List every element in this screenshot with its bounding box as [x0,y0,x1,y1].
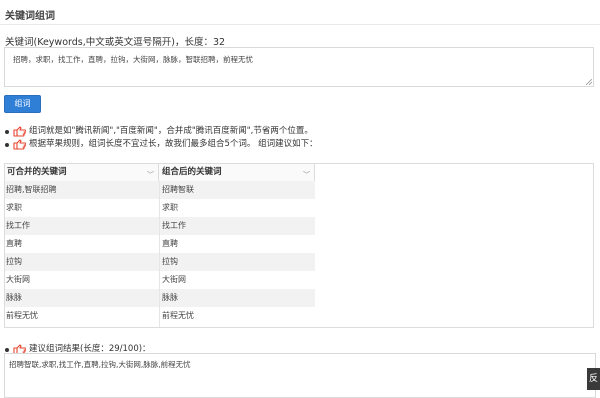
column-header-label: 可合并的关键词 [7,167,67,177]
combined-keyword-cell: 前程无忧 [162,311,194,320]
page-title: 关键词组词 [5,11,55,22]
keywords-value[interactable]: 招聘，求职，找工作，直聘，拉钩，大街网，脉脉，智联招聘，前程无忧 [13,54,253,65]
combine-suggestion-table: 可合并的关键词 ﹀ 组合后的关键词 ﹀ 招聘,智联招聘 招聘智联 求职 求职 找工作 找工… [4,163,594,328]
column-header-combined[interactable]: 组合后的关键词 ﹀ [160,164,315,181]
mergeable-keyword-cell: 求职 [6,203,22,212]
table-row: 招聘,智联招聘 招聘智联 [5,181,315,199]
column-header-label: 组合后的关键词 [162,167,222,177]
mergeable-keyword-cell: 直聘 [6,239,22,248]
result-textarea[interactable]: 招聘智联,求职,找工作,直聘,拉钩,大街网,脉脉,前程无忧 [4,353,596,398]
pointing-hand-icon [13,126,26,137]
result-section: 建议组词结果(长度：29/100)： 招聘智联,求职,找工作,直聘,拉钩,大街网… [4,343,596,398]
bullet-icon [5,130,9,134]
table-row: 求职 求职 [5,199,315,217]
result-value[interactable]: 招聘智联,求职,找工作,直聘,拉钩,大街网,脉脉,前程无忧 [9,359,191,370]
table-row: 前程无忧 前程无忧 [5,307,315,325]
table-header: 可合并的关键词 ﹀ 组合后的关键词 ﹀ [5,164,315,182]
tips-list: 组词就是如"腾讯新闻","百度新闻"，合并成"腾讯百度新闻",节省两个位置。 根… [4,125,594,151]
keywords-textarea[interactable]: 招聘，求职，找工作，直聘，拉钩，大街网，脉脉，智联招聘，前程无忧 [4,47,594,87]
column-header-mergeable[interactable]: 可合并的关键词 ﹀ [5,164,159,181]
table-row: 直聘 直聘 [5,235,315,253]
page-header: 关键词组词 [0,0,600,25]
tip-text: 根据苹果规则，组词长度不宜过长，故我们最多组合5个词。 组词建议如下： [29,139,318,149]
mergeable-keyword-cell: 拉钩 [6,257,22,266]
mergeable-keyword-cell: 找工作 [6,221,30,230]
pointing-hand-icon [13,139,26,150]
table-row: 拉钩 拉钩 [5,253,315,271]
table-row: 大街网 大街网 [5,271,315,289]
feedback-tab[interactable]: 反 [587,368,600,390]
combine-button[interactable]: 组词 [4,95,41,113]
tip-item: 组词就是如"腾讯新闻","百度新闻"，合并成"腾讯百度新闻",节省两个位置。 [4,125,594,138]
mergeable-keyword-cell: 脉脉 [6,293,22,302]
bullet-icon [5,143,9,147]
bullet-icon [5,348,9,352]
combined-keyword-cell: 大街网 [162,275,186,284]
tip-text: 组词就是如"腾讯新闻","百度新闻"，合并成"腾讯百度新闻",节省两个位置。 [29,126,313,136]
combined-keyword-cell: 找工作 [162,221,186,230]
tip-item: 根据苹果规则，组词长度不宜过长，故我们最多组合5个词。 组词建议如下： [4,138,594,151]
combined-keyword-cell: 招聘智联 [162,185,194,194]
mergeable-keyword-cell: 招聘,智联招聘 [6,185,57,194]
table-row: 找工作 找工作 [5,217,315,235]
resize-grip-icon[interactable] [586,79,592,85]
mergeable-keyword-cell: 大街网 [6,275,30,284]
mergeable-keyword-cell: 前程无忧 [6,311,38,320]
column-divider [159,181,160,327]
combined-keyword-cell: 脉脉 [162,293,178,302]
combined-keyword-cell: 直聘 [162,239,178,248]
table-body: 招聘,智联招聘 招聘智联求职 求职找工作 找工作直聘 直聘拉钩 拉钩大街网 大街网脉脉 脉脉前… [5,181,315,325]
combined-keyword-cell: 求职 [162,203,178,212]
combined-keyword-cell: 拉钩 [162,257,178,266]
keywords-label: 关键词(Keywords,中文或英文逗号隔开)，长度：32 [5,37,226,48]
table-row: 脉脉 脉脉 [5,289,315,307]
